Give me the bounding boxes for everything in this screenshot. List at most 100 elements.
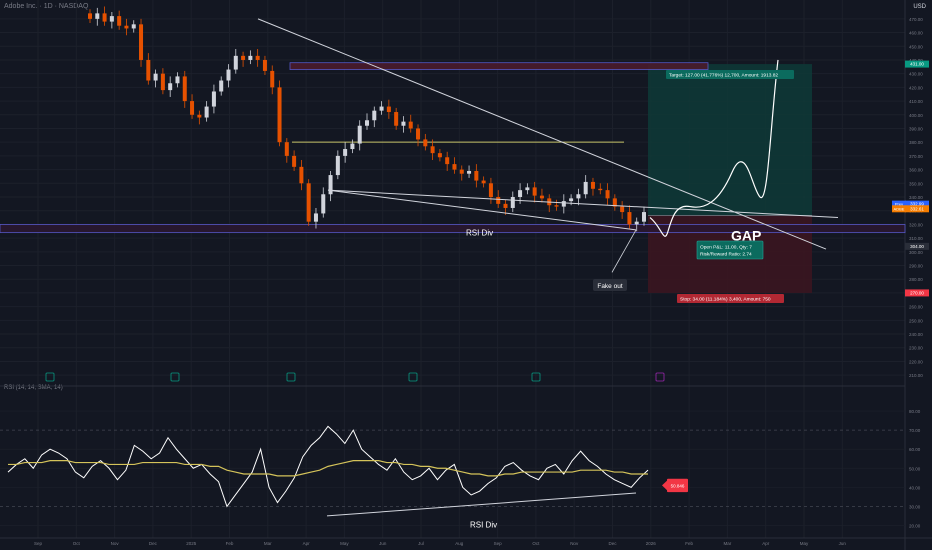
candle-body bbox=[452, 164, 457, 170]
candle-body bbox=[518, 190, 523, 197]
candle-body bbox=[197, 114, 202, 118]
price-tick-label: 240.00 bbox=[909, 332, 923, 337]
price-tag-value: 270.00 bbox=[910, 291, 924, 296]
price-tick-label: 250.00 bbox=[909, 318, 923, 323]
candle-body bbox=[408, 121, 413, 129]
rsi-tick-label: 40.00 bbox=[909, 485, 921, 490]
time-tick-label: Feb bbox=[226, 541, 234, 546]
price-tick-label: 470.00 bbox=[909, 17, 923, 22]
time-tick-label: Dec bbox=[608, 541, 617, 546]
chart-canvas[interactable]: 50.846RSI Div 470.00460.00450.00440.0043… bbox=[0, 0, 932, 550]
time-tick-label: Mar bbox=[264, 541, 272, 546]
candle-body bbox=[190, 101, 195, 115]
candle-body bbox=[474, 170, 479, 181]
price-tick-label: 310.00 bbox=[909, 236, 923, 241]
earnings-marker bbox=[286, 372, 296, 382]
price-tick-label: 320.00 bbox=[909, 222, 923, 227]
candle-body bbox=[160, 73, 165, 91]
candle-body bbox=[102, 13, 107, 22]
candle-body bbox=[379, 106, 384, 111]
candle-body bbox=[620, 206, 625, 213]
candle-body bbox=[525, 187, 530, 191]
candle-body bbox=[634, 221, 639, 225]
time-tick-label: Sep bbox=[494, 541, 503, 546]
candle-body bbox=[569, 198, 574, 202]
time-tick-label: May bbox=[800, 541, 809, 546]
candle-body bbox=[488, 183, 493, 197]
candle-body bbox=[117, 16, 122, 26]
earnings-marker bbox=[170, 372, 180, 382]
rsi-div-price-label: RSI Div bbox=[466, 229, 493, 238]
candle-body bbox=[590, 181, 595, 189]
candle-body bbox=[124, 25, 129, 29]
candle-body bbox=[394, 112, 399, 126]
candle-body bbox=[87, 13, 93, 19]
candle-body bbox=[277, 87, 282, 143]
price-tick-label: 460.00 bbox=[909, 31, 923, 36]
candle-body bbox=[109, 16, 114, 22]
fake-out-label: Fake out bbox=[597, 283, 622, 290]
rsi-badge-label: 50.846 bbox=[671, 483, 685, 488]
price-tag-value: 332.61 bbox=[910, 206, 924, 211]
time-tick-label: 2025 bbox=[186, 541, 197, 546]
price-tag-value: 304.00 bbox=[910, 244, 924, 249]
candle-body bbox=[576, 194, 581, 199]
candle-body bbox=[255, 55, 260, 60]
candle-body bbox=[306, 183, 311, 222]
candle-body bbox=[437, 153, 442, 158]
candle-body bbox=[299, 166, 304, 184]
rsi-tick-label: 30.00 bbox=[909, 504, 921, 509]
candle-body bbox=[532, 187, 537, 196]
time-tick-label: Feb bbox=[685, 541, 693, 546]
candle-body bbox=[539, 195, 544, 199]
time-tick-label: Oct bbox=[73, 541, 81, 546]
price-tick-label: 410.00 bbox=[909, 99, 923, 104]
time-tick-label: Jul bbox=[418, 541, 424, 546]
candle-body bbox=[226, 69, 231, 81]
candle-body bbox=[335, 155, 340, 176]
price-tick-label: 400.00 bbox=[909, 113, 923, 118]
candle-body bbox=[641, 212, 647, 222]
earnings-marker bbox=[408, 372, 418, 382]
time-tick-label: Oct bbox=[532, 541, 540, 546]
candle-body bbox=[175, 76, 180, 84]
time-tick-label: Apr bbox=[303, 541, 311, 546]
candle-body bbox=[416, 128, 421, 140]
candle-body bbox=[270, 70, 275, 88]
candle-body bbox=[182, 76, 187, 102]
price-tick-label: 350.00 bbox=[909, 181, 923, 186]
candle-body bbox=[503, 203, 508, 208]
candle-body bbox=[598, 188, 603, 191]
candle-body bbox=[372, 110, 377, 121]
candle-body bbox=[284, 142, 289, 156]
candle-body bbox=[131, 24, 136, 29]
candle-body bbox=[467, 170, 472, 174]
candle-body bbox=[430, 146, 435, 154]
candle-body bbox=[292, 155, 297, 167]
earnings-marker bbox=[655, 372, 665, 382]
candle-body bbox=[423, 139, 428, 147]
candles-layer bbox=[87, 6, 647, 232]
price-tick-label: 420.00 bbox=[909, 85, 923, 90]
time-tick-label: May bbox=[340, 541, 349, 546]
time-tick-label: Sep bbox=[34, 541, 43, 546]
time-tick-label: 2026 bbox=[646, 541, 657, 546]
candle-body bbox=[561, 201, 566, 207]
time-tick-label: Nov bbox=[111, 541, 120, 546]
position-rr-label: Risk/Reward Ratio: 2.74 bbox=[700, 252, 752, 258]
target-zone bbox=[648, 64, 812, 216]
rsi-tick-label: 60.00 bbox=[909, 447, 921, 452]
rsi-tick-label: 80.00 bbox=[909, 409, 921, 414]
price-tick-label: 290.00 bbox=[909, 264, 923, 269]
candle-body bbox=[510, 197, 515, 208]
candle-body bbox=[204, 106, 209, 118]
price-tick-label: 390.00 bbox=[909, 126, 923, 131]
time-tick-label: Dec bbox=[149, 541, 158, 546]
candle-body bbox=[343, 149, 348, 156]
candle-body bbox=[95, 13, 100, 19]
target-label: Target: 127.00 (41.776%) 12,700, Amount:… bbox=[669, 73, 778, 79]
time-tick-label: Mar bbox=[724, 541, 732, 546]
time-tick-label: Aug bbox=[455, 541, 464, 546]
price-tick-label: 360.00 bbox=[909, 168, 923, 173]
candle-body bbox=[605, 190, 610, 199]
